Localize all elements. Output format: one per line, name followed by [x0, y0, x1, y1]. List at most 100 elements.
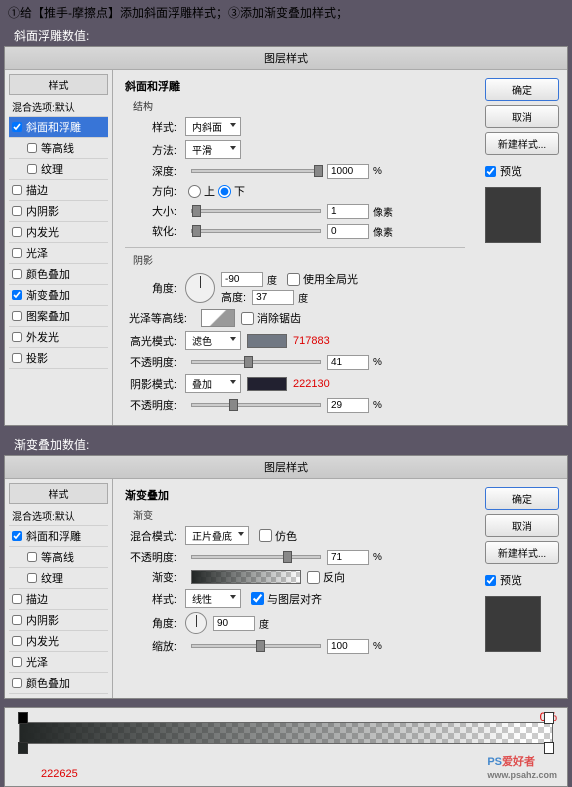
- style-grad-overlay[interactable]: 渐变叠加: [9, 285, 108, 306]
- texture-label-2: 纹理: [41, 570, 63, 586]
- ok-button-2[interactable]: 确定: [485, 487, 559, 510]
- grad-op-slider[interactable]: [191, 555, 321, 559]
- bevel-style-dropdown[interactable]: 内斜面: [185, 117, 241, 136]
- satin-checkbox-2[interactable]: [12, 657, 22, 667]
- color-stop-left[interactable]: [18, 742, 28, 754]
- dir-down-radio[interactable]: [218, 185, 231, 198]
- iglow-checkbox[interactable]: [12, 227, 22, 237]
- texture-checkbox-2[interactable]: [27, 573, 37, 583]
- grad-scale-unit: %: [373, 641, 382, 652]
- grad-style-dropdown[interactable]: 线性: [185, 589, 241, 608]
- soften-slider[interactable]: [191, 229, 321, 233]
- style-stroke[interactable]: 描边: [9, 180, 108, 201]
- depth-slider[interactable]: [191, 169, 321, 173]
- stroke-checkbox[interactable]: [12, 185, 22, 195]
- style-stroke-2[interactable]: 描边: [9, 589, 108, 610]
- coverlay-label: 颜色叠加: [26, 266, 70, 282]
- hl-op-slider[interactable]: [191, 360, 321, 364]
- satin-checkbox[interactable]: [12, 248, 22, 258]
- blend-options-2[interactable]: 混合选项:默认: [9, 506, 108, 526]
- style-inner-shadow-2[interactable]: 内阴影: [9, 610, 108, 631]
- ok-button[interactable]: 确定: [485, 78, 559, 101]
- hl-color-swatch[interactable]: [247, 334, 287, 348]
- dshadow-checkbox[interactable]: [12, 353, 22, 363]
- style-drop-shadow[interactable]: 投影: [9, 348, 108, 369]
- align-checkbox[interactable]: [251, 592, 264, 605]
- style-contour-2[interactable]: 等高线: [9, 547, 108, 568]
- altitude-input[interactable]: [252, 290, 294, 305]
- opacity-stop-right[interactable]: [544, 712, 554, 724]
- blend-options[interactable]: 混合选项:默认: [9, 97, 108, 117]
- style-color-overlay-2[interactable]: 颜色叠加: [9, 673, 108, 694]
- bevel-method-dropdown[interactable]: 平滑: [185, 140, 241, 159]
- bevel-checkbox-2[interactable]: [12, 531, 22, 541]
- new-style-button-2[interactable]: 新建样式...: [485, 541, 559, 564]
- soften-input[interactable]: [327, 224, 369, 239]
- sh-op-slider[interactable]: [191, 403, 321, 407]
- grad-blend-dropdown[interactable]: 正片叠底: [185, 526, 249, 545]
- depth-unit: %: [373, 166, 382, 177]
- gradient-editor-bar[interactable]: [19, 722, 553, 744]
- hl-op-input[interactable]: [327, 355, 369, 370]
- hl-mode-dropdown[interactable]: 滤色: [185, 331, 241, 350]
- angle-input[interactable]: [221, 272, 263, 287]
- gloss-contour-swatch[interactable]: [201, 309, 235, 327]
- coverlay-checkbox-2[interactable]: [12, 678, 22, 688]
- sh-op-input[interactable]: [327, 398, 369, 413]
- style-color-overlay[interactable]: 颜色叠加: [9, 264, 108, 285]
- poverlay-checkbox[interactable]: [12, 311, 22, 321]
- style-bevel-2[interactable]: 斜面和浮雕: [9, 526, 108, 547]
- cancel-button[interactable]: 取消: [485, 105, 559, 128]
- style-texture[interactable]: 纹理: [9, 159, 108, 180]
- style-contour[interactable]: 等高线: [9, 138, 108, 159]
- angle-dial[interactable]: [185, 273, 215, 303]
- coverlay-checkbox[interactable]: [12, 269, 22, 279]
- style-satin[interactable]: 光泽: [9, 243, 108, 264]
- bevel-section-label: 斜面浮雕数值:: [0, 25, 572, 46]
- bevel-checkbox[interactable]: [12, 122, 22, 132]
- iglow-checkbox-2[interactable]: [12, 636, 22, 646]
- oglow-checkbox[interactable]: [12, 332, 22, 342]
- preview-checkbox-2[interactable]: [485, 575, 496, 586]
- cancel-button-2[interactable]: 取消: [485, 514, 559, 537]
- style-satin-2[interactable]: 光泽: [9, 652, 108, 673]
- global-light-checkbox[interactable]: [287, 273, 300, 286]
- size-slider[interactable]: [191, 209, 321, 213]
- anti-alias-label: 消除锯齿: [257, 310, 301, 326]
- grad-angle-dial[interactable]: [185, 612, 207, 634]
- depth-input[interactable]: [327, 164, 369, 179]
- style-inner-shadow[interactable]: 内阴影: [9, 201, 108, 222]
- wm-suffix: 爱好者: [502, 756, 535, 768]
- stroke-checkbox-2[interactable]: [12, 594, 22, 604]
- style-texture-2[interactable]: 纹理: [9, 568, 108, 589]
- contour-checkbox[interactable]: [27, 143, 37, 153]
- style-inner-glow[interactable]: 内发光: [9, 222, 108, 243]
- ishadow-checkbox[interactable]: [12, 206, 22, 216]
- dir-up-radio[interactable]: [188, 185, 201, 198]
- style-outer-glow[interactable]: 外发光: [9, 327, 108, 348]
- grad-blend-label: 混合模式:: [125, 528, 177, 544]
- sh-color-swatch[interactable]: [247, 377, 287, 391]
- grad-scale-input[interactable]: [327, 639, 369, 654]
- reverse-checkbox[interactable]: [307, 571, 320, 584]
- gradient-swatch[interactable]: [191, 570, 301, 584]
- style-bevel[interactable]: 斜面和浮雕: [9, 117, 108, 138]
- bevel-style-label: 样式:: [125, 119, 177, 135]
- size-input[interactable]: [327, 204, 369, 219]
- contour-checkbox-2[interactable]: [27, 552, 37, 562]
- altitude-unit: 度: [298, 290, 308, 305]
- dither-checkbox[interactable]: [259, 529, 272, 542]
- grad-angle-input[interactable]: [213, 616, 255, 631]
- grad-op-input[interactable]: [327, 550, 369, 565]
- sh-mode-dropdown[interactable]: 叠加: [185, 374, 241, 393]
- ishadow-checkbox-2[interactable]: [12, 615, 22, 625]
- new-style-button[interactable]: 新建样式...: [485, 132, 559, 155]
- grad-scale-slider[interactable]: [191, 644, 321, 648]
- preview-checkbox[interactable]: [485, 166, 496, 177]
- style-pattern-overlay[interactable]: 图案叠加: [9, 306, 108, 327]
- goverlay-checkbox[interactable]: [12, 290, 22, 300]
- anti-alias-checkbox[interactable]: [241, 312, 254, 325]
- texture-checkbox[interactable]: [27, 164, 37, 174]
- style-inner-glow-2[interactable]: 内发光: [9, 631, 108, 652]
- opacity-stop-left[interactable]: [18, 712, 28, 724]
